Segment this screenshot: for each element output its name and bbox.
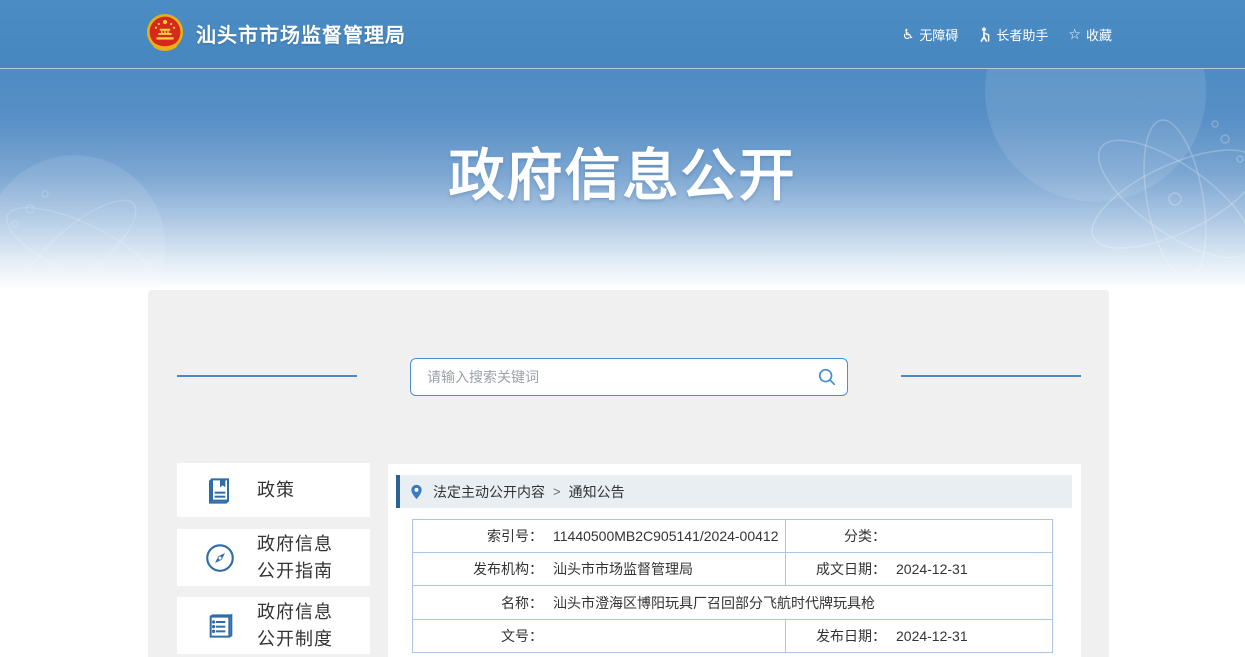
sidebar-item-label: 政府信息公开制度 [257,599,341,651]
page-banner: 政府信息公开 [0,69,1245,290]
table-row-index: 索引号： 11440500MB2C905141/2024-00412 分类： [413,520,1052,552]
publisher-value: 汕头市市场监督管理局 [553,559,693,579]
breadcrumb-item-legal-disclosure[interactable]: 法定主动公开内容 [433,482,545,502]
table-row-publisher: 发布机构： 汕头市市场监督管理局 成文日期： 2024-12-31 [413,552,1052,585]
policy-book-icon [203,473,237,507]
sidebar-item-policy[interactable]: 政策 [177,463,370,517]
top-header-bar: 汕头市市场监督管理局 ♿ 无障碍 长者助手 ☆ 收藏 [0,0,1245,69]
index-cell: 索引号： 11440500MB2C905141/2024-00412 [413,520,785,552]
star-icon: ☆ [1068,27,1081,41]
accessibility-link[interactable]: ♿ 无障碍 [902,25,959,44]
search-decorative-line-right [901,375,1081,377]
write-date-value: 2024-12-31 [896,561,968,577]
category-label: 分类： [786,526,886,546]
write-date-label: 成文日期： [786,559,886,579]
search-decorative-line-left [177,375,357,377]
page: 汕头市市场监督管理局 ♿ 无障碍 长者助手 ☆ 收藏 [0,0,1245,657]
search-input[interactable] [425,368,807,386]
site-title: 汕头市市场监督管理局 [196,19,406,48]
site-logo-link[interactable]: 汕头市市场监督管理局 [146,13,406,53]
article-card: 法定主动公开内容 > 通知公告 索引号： 11440500MB2C905141/… [388,464,1081,657]
search-box [410,358,848,396]
table-row-doc-number: 文号： 发布日期： 2024-12-31 [413,619,1052,652]
favorite-label: 收藏 [1086,25,1112,44]
notebook-icon [203,609,237,643]
header-utility-links: ♿ 无障碍 长者助手 ☆ 收藏 [902,0,1112,68]
search-button[interactable] [807,359,847,395]
publisher-label: 发布机构： [413,559,543,579]
accessibility-label: 无障碍 [919,25,958,44]
publish-date-label: 发布日期： [786,626,886,646]
elder-helper-link[interactable]: 长者助手 [978,25,1048,44]
location-pin-icon [410,484,423,500]
category-cell: 分类： [785,520,1052,552]
search-icon [817,367,837,387]
accessibility-icon: ♿ [902,27,915,41]
favorite-link[interactable]: ☆ 收藏 [1068,25,1112,44]
index-label: 索引号： [413,526,543,546]
publish-date-value: 2024-12-31 [896,628,968,644]
sidebar-item-disclosure-system[interactable]: 政府信息公开制度 [177,597,370,654]
doc-number-cell: 文号： [413,620,785,652]
document-meta-table: 索引号： 11440500MB2C905141/2024-00412 分类： 发… [412,519,1053,653]
sidebar-item-label: 政策 [257,477,341,503]
compass-icon [203,541,237,575]
breadcrumb-separator: > [553,484,561,499]
elder-helper-label: 长者助手 [996,25,1048,44]
name-value: 汕头市澄海区博阳玩具厂召回部分飞航时代牌玩具枪 [553,593,875,613]
breadcrumb-accent-stripe [396,475,400,508]
table-row-name: 名称： 汕头市澄海区博阳玩具厂召回部分飞航时代牌玩具枪 [413,585,1052,619]
national-emblem-icon [146,13,184,53]
elder-helper-icon [978,27,991,42]
breadcrumb-item-notices[interactable]: 通知公告 [569,482,625,502]
page-title: 政府信息公开 [0,131,1245,212]
publish-date-cell: 发布日期： 2024-12-31 [785,620,1052,652]
sidebar-item-disclosure-guide[interactable]: 政府信息公开指南 [177,529,370,586]
publisher-cell: 发布机构： 汕头市市场监督管理局 [413,553,785,585]
index-value: 11440500MB2C905141/2024-00412 [553,528,779,544]
doc-number-label: 文号： [413,626,543,646]
sidebar-item-label: 政府信息公开指南 [257,531,341,583]
breadcrumb: 法定主动公开内容 > 通知公告 [396,475,1072,508]
name-label: 名称： [413,593,543,613]
write-date-cell: 成文日期： 2024-12-31 [785,553,1052,585]
name-cell: 名称： 汕头市澄海区博阳玩具厂召回部分飞航时代牌玩具枪 [413,586,1052,619]
